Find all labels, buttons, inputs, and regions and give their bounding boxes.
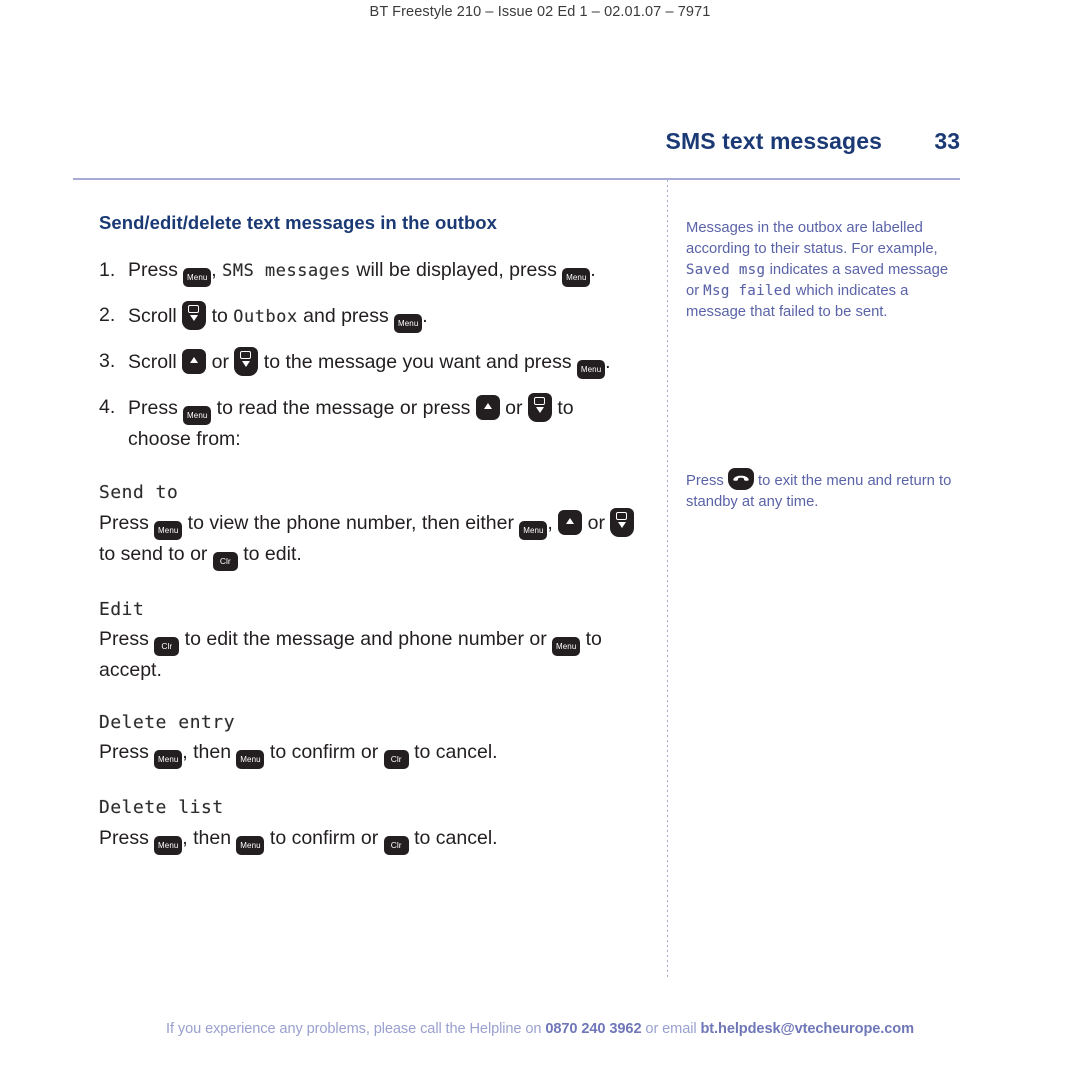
- menu-key-icon[interactable]: Menu: [154, 835, 183, 855]
- step-number: 2.: [99, 304, 116, 326]
- sidebar-text: Press: [686, 473, 728, 489]
- subsection-edit: Edit Press Clr to edit the message and p…: [99, 597, 639, 684]
- body-text: ,: [547, 511, 559, 534]
- menu-key-icon[interactable]: Menu: [236, 750, 265, 770]
- step-text: will be displayed, press: [350, 259, 563, 281]
- step-text: .: [422, 305, 428, 327]
- scroll-up-key-icon[interactable]: [182, 349, 207, 374]
- body-text: Press: [99, 826, 155, 849]
- title-rule-divider: [73, 178, 960, 180]
- subsection-body: Press Menu, then Menu to confirm or Clr …: [99, 824, 639, 855]
- body-text: Press: [99, 511, 155, 534]
- clr-key-icon[interactable]: Clr: [212, 551, 238, 571]
- step-text: to read the message or press: [211, 397, 476, 419]
- clr-key-icon[interactable]: Clr: [154, 637, 180, 657]
- sidebar-note-outbox-labels: Messages in the outbox are labelled acco…: [686, 218, 958, 323]
- lcd-label: SMS messages: [222, 261, 351, 281]
- lcd-label: Outbox: [233, 307, 298, 327]
- menu-key-icon[interactable]: Menu: [183, 406, 212, 425]
- end-call-key-icon[interactable]: [727, 468, 754, 490]
- step-text: Press: [128, 259, 184, 281]
- subsection-delete-entry: Delete entry Press Menu, then Menu to co…: [99, 710, 639, 770]
- body-text: , then: [182, 741, 237, 764]
- body-text: to edit the message and phone number or: [179, 628, 553, 651]
- scroll-down-key-icon[interactable]: [234, 347, 259, 376]
- clr-key-icon[interactable]: Clr: [383, 835, 409, 855]
- step-text: .: [605, 351, 611, 373]
- subsection-body: Press Clr to edit the message and phone …: [99, 625, 639, 684]
- clr-key-icon[interactable]: Clr: [383, 750, 409, 770]
- column-divider: [667, 180, 668, 980]
- body-text: to cancel.: [408, 741, 498, 764]
- helpline-phone-number: 0870 240 3962: [545, 1021, 642, 1037]
- menu-key-icon[interactable]: Menu: [394, 314, 423, 333]
- step-text: Scroll: [128, 351, 183, 373]
- main-content-column: Send/edit/delete text messages in the ou…: [99, 212, 639, 855]
- page-title: SMS text messages: [665, 128, 882, 154]
- helpdesk-email: bt.helpdesk@vtecheurope.com: [700, 1021, 914, 1037]
- body-text: Press: [99, 741, 155, 764]
- subsection-heading: Delete entry: [99, 712, 236, 734]
- body-text: Press: [99, 628, 155, 651]
- scroll-down-key-icon[interactable]: [182, 301, 207, 330]
- menu-key-icon[interactable]: Menu: [577, 360, 606, 379]
- body-text: or: [582, 511, 611, 534]
- step-number: 1.: [99, 259, 116, 281]
- menu-key-icon[interactable]: Menu: [154, 520, 183, 540]
- sidebar-text: Messages in the outbox are labelled acco…: [686, 220, 938, 257]
- step-item: 2. Scroll to Outbox and press Menu.: [99, 301, 639, 333]
- lcd-label-msg-failed: Msg failed: [703, 283, 792, 299]
- sidebar-note-exit-menu: Press to exit the menu and return to sta…: [686, 468, 958, 513]
- scroll-up-key-icon[interactable]: [558, 509, 583, 535]
- scroll-down-key-icon[interactable]: [610, 507, 635, 537]
- scroll-down-key-icon[interactable]: [527, 393, 552, 422]
- menu-key-icon[interactable]: Menu: [562, 268, 591, 287]
- page-header: SMS text messages 33: [73, 128, 960, 155]
- menu-key-icon[interactable]: Menu: [154, 750, 183, 770]
- step-text: .: [590, 259, 596, 281]
- body-text: to cancel.: [408, 826, 498, 849]
- step-text: to the message you want and press: [258, 351, 578, 373]
- body-text: to view the phone number, then either: [182, 511, 520, 534]
- menu-key-icon[interactable]: Menu: [552, 637, 581, 657]
- page-footer: If you experience any problems, please c…: [0, 1021, 1080, 1037]
- step-item: 4. Press Menu to read the message or pre…: [99, 393, 639, 454]
- section-heading: Send/edit/delete text messages in the ou…: [99, 212, 497, 233]
- body-text: to send to or: [99, 542, 213, 565]
- footer-text: If you experience any problems, please c…: [166, 1021, 546, 1037]
- scroll-up-key-icon[interactable]: [475, 395, 500, 420]
- menu-key-icon[interactable]: Menu: [236, 835, 265, 855]
- menu-key-icon[interactable]: Menu: [519, 520, 548, 540]
- running-head: BT Freestyle 210 – Issue 02 Ed 1 – 02.01…: [369, 4, 711, 20]
- step-text: Press: [128, 397, 184, 419]
- subsection-send-to: Send to Press Menu to view the phone num…: [99, 480, 639, 571]
- subsection-heading: Delete list: [99, 797, 224, 819]
- body-text: to confirm or: [264, 826, 384, 849]
- subsection-heading: Send to: [99, 481, 179, 503]
- subsection-body: Press Menu, then Menu to confirm or Clr …: [99, 738, 639, 770]
- subsection-body: Press Menu to view the phone number, the…: [99, 507, 639, 571]
- step-number: 3.: [99, 350, 116, 372]
- step-text: ,: [211, 259, 223, 281]
- step-text: to: [206, 305, 234, 327]
- step-text: or: [499, 397, 528, 419]
- footer-text: or email: [641, 1021, 701, 1037]
- subsection-delete-list: Delete list Press Menu, then Menu to con…: [99, 795, 639, 855]
- step-item: 3. Scroll or to the message you want and…: [99, 347, 639, 379]
- body-text: to confirm or: [264, 741, 384, 764]
- page-number: 33: [934, 128, 960, 154]
- lcd-label-saved-msg: Saved msg: [686, 262, 766, 278]
- body-text: , then: [182, 826, 237, 849]
- menu-key-icon[interactable]: Menu: [183, 268, 212, 287]
- step-number: 4.: [99, 396, 116, 418]
- step-text: Scroll: [128, 305, 183, 327]
- step-text: and press: [297, 305, 395, 327]
- step-text: or: [206, 351, 235, 373]
- body-text: to edit.: [237, 542, 302, 565]
- step-item: 1. Press Menu, SMS messages will be disp…: [99, 256, 639, 287]
- numbered-steps-list: 1. Press Menu, SMS messages will be disp…: [99, 256, 639, 454]
- subsection-heading: Edit: [99, 598, 145, 620]
